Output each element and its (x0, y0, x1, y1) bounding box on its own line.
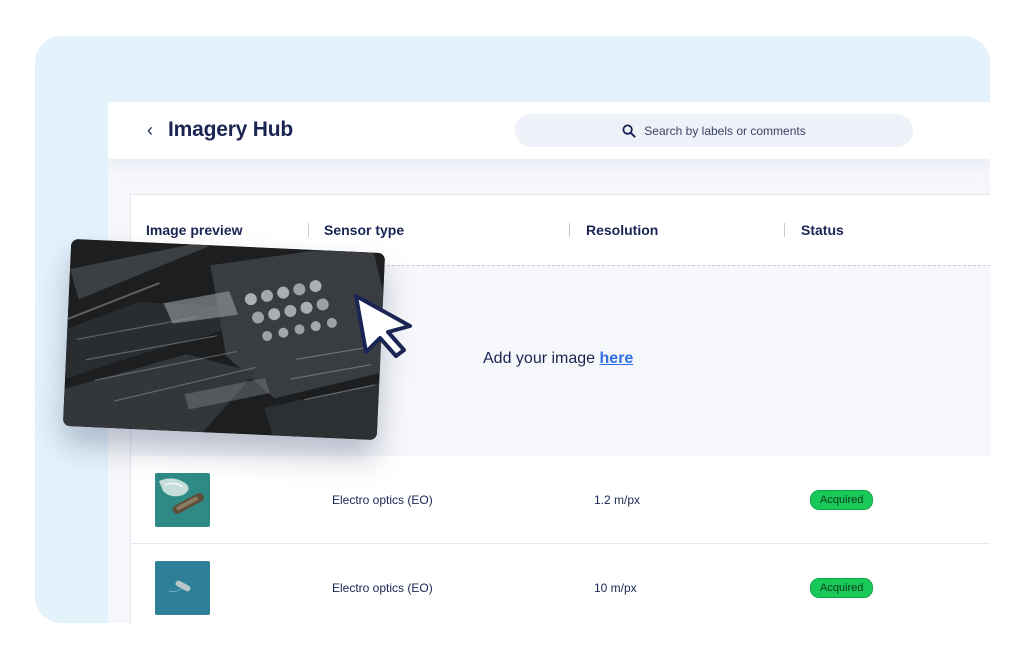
page-title: Imagery Hub (168, 118, 293, 141)
status-badge: Acquired (810, 490, 874, 510)
satellite-image-preview (62, 238, 386, 441)
back-chevron-icon: ‹ (147, 120, 153, 140)
image-thumbnail[interactable] (155, 473, 210, 527)
column-divider (308, 223, 309, 237)
app-header: ‹ Imagery Hub Search by labels or commen… (108, 102, 990, 159)
sensor-type-cell: Electro optics (EO) (332, 581, 433, 595)
sensor-type-cell: Electro optics (EO) (332, 493, 433, 507)
resolution-cell: 1.2 m/px (594, 493, 641, 507)
resolution-cell: 10 m/px (594, 581, 637, 595)
dragged-satellite-image[interactable] (62, 238, 386, 441)
column-divider (569, 223, 570, 237)
back-button[interactable]: ‹ (138, 116, 162, 144)
pointer-cursor-icon (354, 294, 412, 358)
column-header-image-preview[interactable]: Image preview (146, 221, 243, 239)
search-icon (622, 124, 636, 138)
dropzone-prompt: Add your image here (483, 350, 633, 368)
table-row[interactable]: Electro optics (EO) 10 m/px Acquired (131, 544, 990, 623)
search-input[interactable]: Search by labels or comments (515, 114, 913, 147)
image-thumbnail[interactable] (155, 561, 210, 615)
dropzone-upload-link[interactable]: here (600, 350, 634, 367)
column-header-sensor-type[interactable]: Sensor type (324, 221, 404, 239)
dropzone-text: Add your image (483, 350, 600, 367)
search-placeholder: Search by labels or comments (644, 123, 806, 138)
table-row[interactable]: Electro optics (EO) 1.2 m/px Acquired (131, 456, 990, 544)
column-header-status[interactable]: Status (801, 221, 844, 239)
column-header-resolution[interactable]: Resolution (586, 221, 658, 239)
status-badge: Acquired (810, 578, 874, 598)
column-divider (784, 223, 785, 237)
